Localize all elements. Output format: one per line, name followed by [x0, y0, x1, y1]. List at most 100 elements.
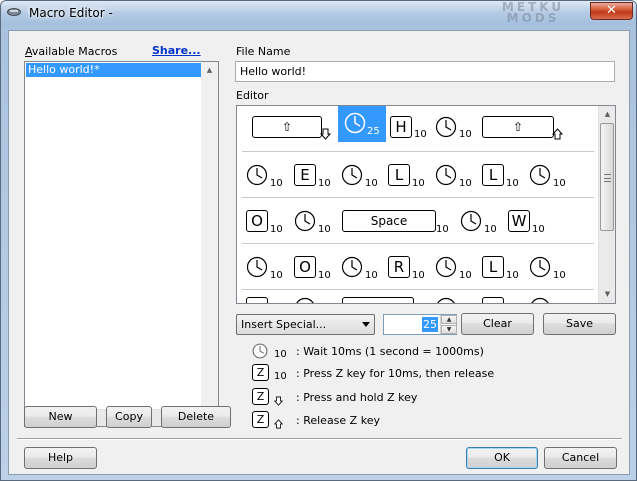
cancel-button[interactable]: Cancel	[544, 447, 617, 469]
clock-icon[interactable]	[529, 164, 551, 186]
wait-duration: 10	[318, 224, 331, 235]
new-macro-button[interactable]: New	[24, 406, 97, 428]
editor-row: O 10 10 Space 10 10 W 10	[242, 198, 594, 244]
scroll-up-icon[interactable]: ▲	[201, 62, 218, 79]
clear-button-label: Clear	[483, 317, 512, 330]
delete-macro-button[interactable]: Delete	[161, 406, 231, 428]
key-token[interactable]: R	[388, 256, 410, 278]
wait-duration: 10	[484, 224, 497, 235]
shift-key-token-partial[interactable]	[342, 297, 414, 303]
shift-key-token[interactable]: ⇧	[482, 116, 554, 138]
available-macros-label-rest: vailable Macros	[31, 45, 118, 58]
selected-wait-token[interactable]: 25	[338, 106, 386, 142]
wait-duration: 10	[270, 270, 283, 281]
scroll-thumb[interactable]	[600, 123, 614, 231]
legend-wait: 10 : Wait 10ms (1 second = 1000ms)	[252, 343, 552, 363]
clock-icon[interactable]	[246, 256, 268, 278]
legend-wait-text: : Wait 10ms (1 second = 1000ms)	[296, 345, 484, 358]
space-key-token[interactable]: Space	[342, 210, 436, 232]
spin-down-icon[interactable]: ▼	[441, 325, 457, 334]
editor-row: 10 O 10 10 R 10 10 L 10 10	[242, 244, 594, 290]
wait-duration: 10	[553, 178, 566, 189]
scroll-down-icon[interactable]: ▼	[599, 286, 615, 303]
title-bar[interactable]: Macro Editor - METKU MODS ✕	[1, 1, 636, 25]
wait-duration: 25	[367, 126, 380, 137]
macro-list[interactable]: Hello world!* ▲ ▼ ◀ ▶	[24, 61, 219, 427]
help-button[interactable]: Help	[24, 447, 97, 469]
available-macros-label: Available Macros	[25, 45, 118, 58]
clear-button[interactable]: Clear	[461, 313, 534, 335]
clock-icon	[344, 112, 366, 134]
spinner-buttons: ▲ ▼	[440, 315, 457, 334]
key-token[interactable]: W	[508, 210, 530, 232]
clock-icon[interactable]	[435, 297, 457, 303]
legend-press-key: Z	[252, 364, 269, 381]
ok-button[interactable]: OK	[466, 447, 538, 469]
spin-up-icon[interactable]: ▲	[441, 315, 457, 324]
macro-list-vertical-scrollbar[interactable]: ▲ ▼	[201, 62, 218, 426]
list-item[interactable]: Hello world!*	[26, 63, 212, 77]
clock-icon[interactable]	[529, 256, 551, 278]
delay-spinner[interactable]: 25 ▲ ▼	[383, 314, 457, 335]
editor-row: 10 E 10 10 L 10 10 L 10 10	[242, 152, 594, 198]
clock-icon[interactable]	[246, 164, 268, 186]
key-token[interactable]: L	[482, 164, 504, 186]
key-token[interactable]: O	[294, 256, 316, 278]
key-down-arrow-icon	[320, 128, 331, 140]
clock-icon[interactable]	[529, 297, 551, 303]
legend-release: Z : Release Z key	[252, 411, 552, 431]
share-link[interactable]: Share...	[152, 44, 201, 57]
copy-macro-button[interactable]: Copy	[106, 406, 152, 428]
grip-icon	[604, 174, 611, 182]
key-down-arrow-icon	[274, 396, 283, 406]
wait-duration: 10	[270, 224, 283, 235]
key-token[interactable]: E	[294, 164, 316, 186]
editor-label: Editor	[236, 89, 269, 102]
key-token[interactable]: L	[482, 256, 504, 278]
shift-key-token[interactable]: ⇧	[252, 116, 322, 138]
wait-duration: 10	[553, 270, 566, 281]
wait-duration: 10	[506, 270, 519, 281]
close-button[interactable]: ✕	[590, 2, 633, 20]
legend-hold: Z : Press and hold Z key	[252, 388, 552, 408]
delay-spinner-value[interactable]: 25	[422, 317, 438, 332]
clock-icon[interactable]	[294, 210, 316, 232]
key-token[interactable]: L	[388, 164, 410, 186]
clock-icon[interactable]	[341, 164, 363, 186]
watermark-logo: METKU MODS	[501, 0, 565, 25]
clock-icon[interactable]	[341, 256, 363, 278]
clock-icon[interactable]	[435, 116, 457, 138]
key-up-arrow-icon	[552, 128, 563, 140]
insert-special-dropdown[interactable]: Insert Special...	[236, 314, 375, 335]
key-token[interactable]: H	[390, 116, 412, 138]
key-token-partial[interactable]	[246, 297, 268, 303]
key-up-arrow-icon	[274, 419, 283, 429]
clock-icon[interactable]	[460, 210, 482, 232]
file-name-label: File Name	[236, 45, 291, 58]
key-token[interactable]: O	[246, 210, 268, 232]
legend-hold-key: Z	[252, 388, 269, 405]
legend-wait-num: 10	[274, 349, 287, 360]
ok-button-label: OK	[494, 451, 510, 464]
file-name-input[interactable]: Hello world!	[235, 61, 615, 82]
editor-vertical-scrollbar[interactable]: ▲ ▼	[598, 106, 615, 303]
wait-duration: 10	[506, 178, 519, 189]
key-token-partial[interactable]	[482, 297, 504, 303]
clock-icon[interactable]	[435, 256, 457, 278]
legend-press-num: 10	[274, 371, 287, 382]
window-title: Macro Editor -	[29, 6, 113, 20]
save-button-label: Save	[565, 317, 593, 330]
macro-editor-canvas[interactable]: ⇧ 25 H 10 10 ⇧ 10 E 10 10 L 10 10 L 10 1…	[236, 105, 616, 304]
save-button[interactable]: Save	[543, 313, 616, 335]
legend-press-text: : Press Z key for 10ms, then release	[296, 367, 495, 380]
clock-icon[interactable]	[294, 297, 316, 303]
shift-key-glyph: ⇧	[281, 120, 293, 134]
legend-release-text: : Release Z key	[296, 414, 380, 427]
dialog-body: Available Macros Share... Hello world!* …	[8, 30, 630, 475]
clock-icon[interactable]	[435, 164, 457, 186]
legend-hold-text: : Press and hold Z key	[296, 391, 418, 404]
wait-duration: 10	[412, 178, 425, 189]
scroll-up-icon[interactable]: ▲	[599, 106, 615, 123]
wait-duration: 10	[436, 224, 449, 235]
wait-duration: 10	[459, 178, 472, 189]
